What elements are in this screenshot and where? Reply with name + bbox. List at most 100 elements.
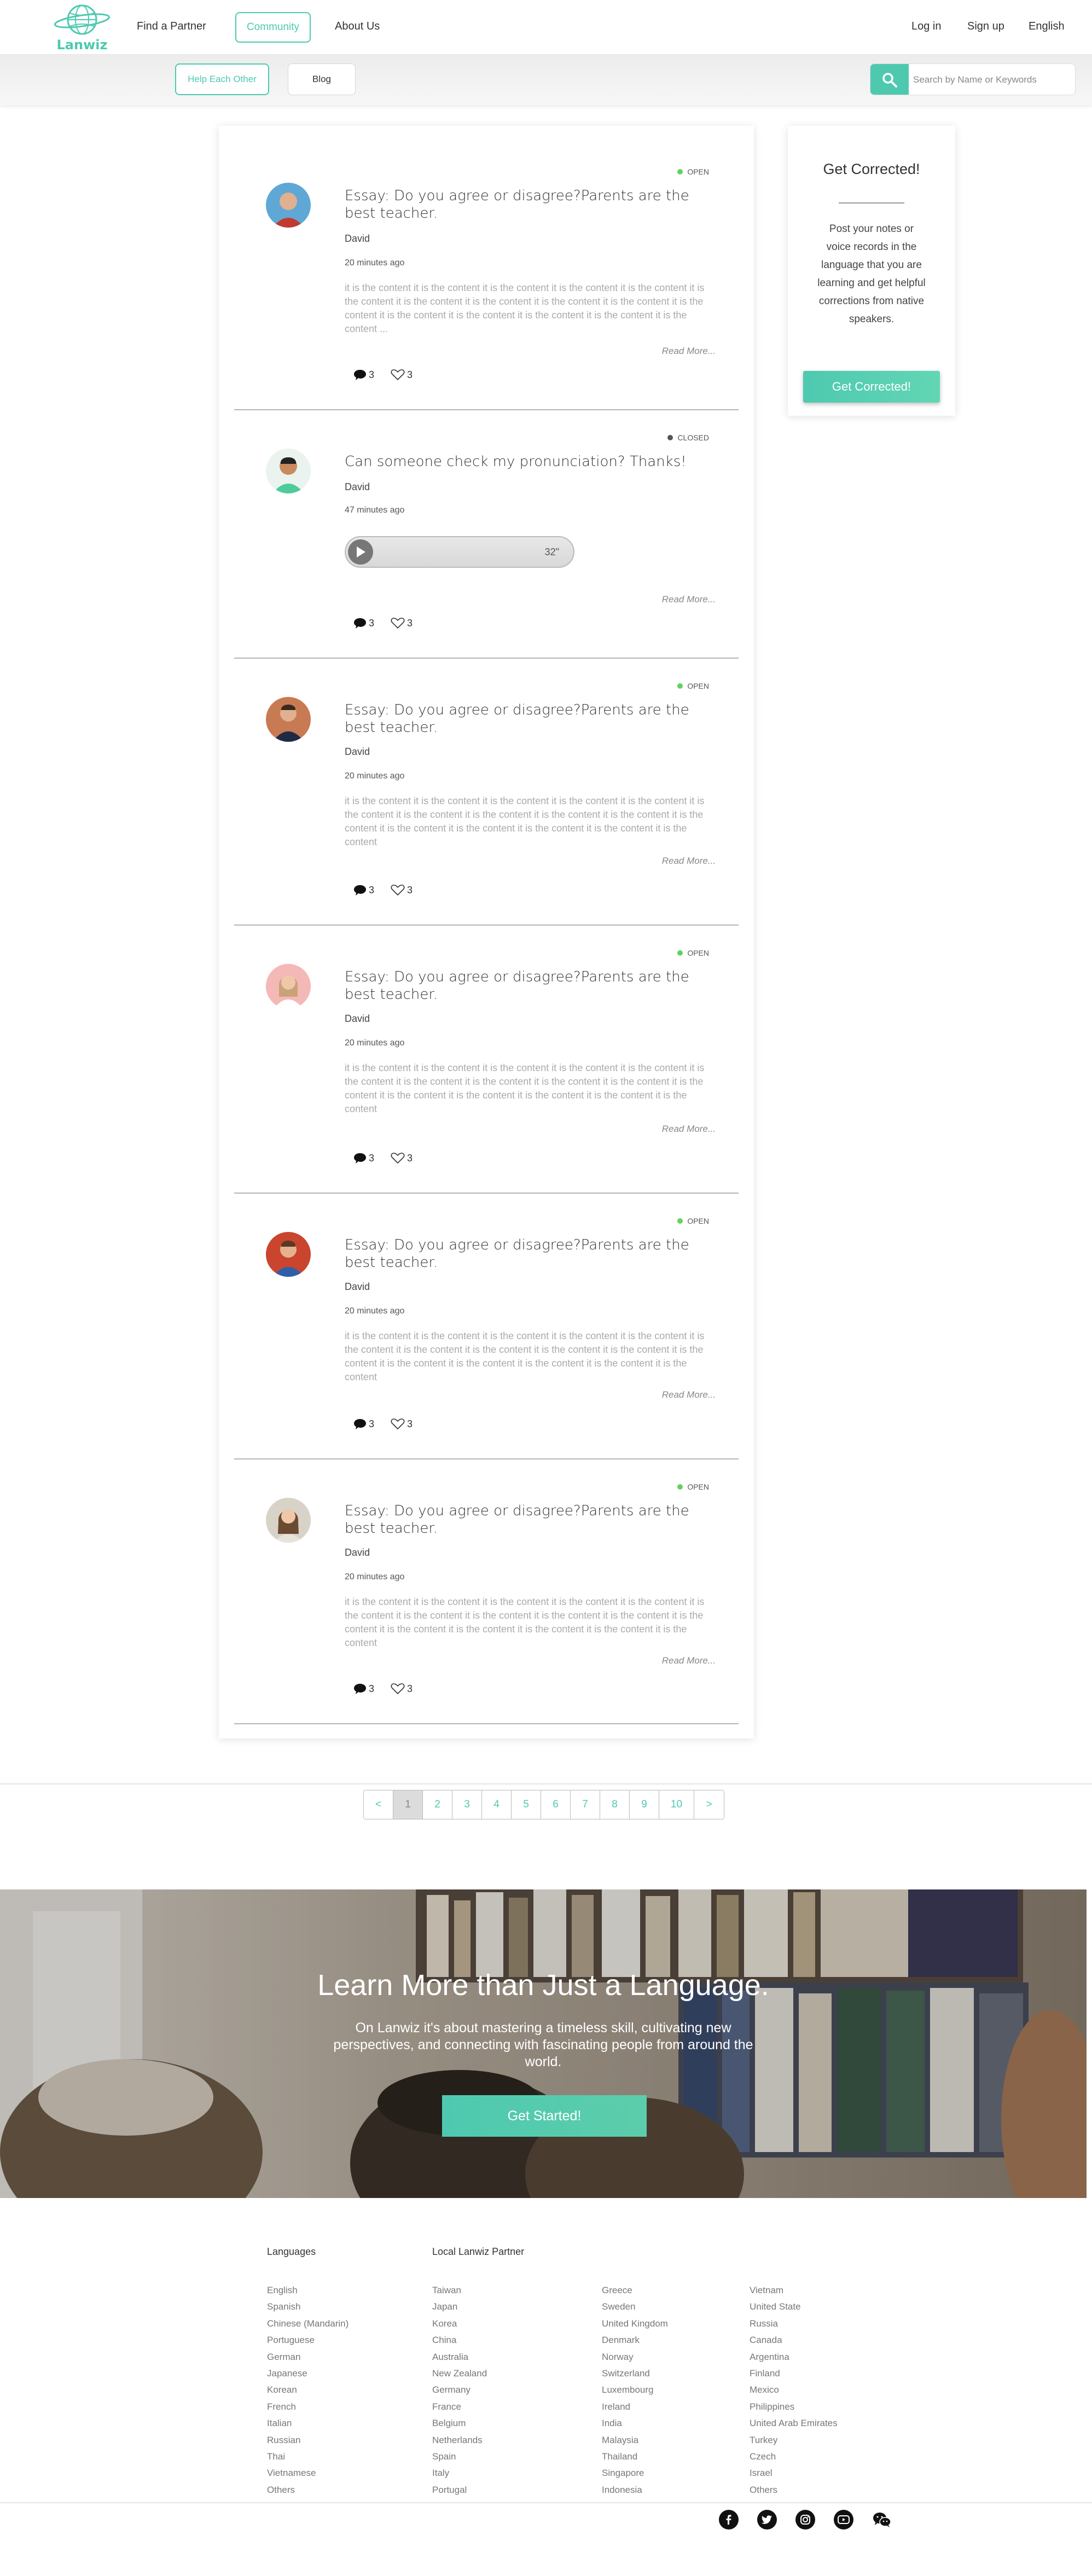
footer-link[interactable]: Denmark	[602, 2332, 668, 2348]
post-author[interactable]: David	[345, 1013, 370, 1025]
footer-link[interactable]: Germany	[432, 2382, 487, 2398]
footer-link[interactable]: Australia	[432, 2349, 487, 2365]
nav-find-partner[interactable]: Find a Partner	[137, 20, 206, 33]
footer-link[interactable]: Luxembourg	[602, 2382, 668, 2398]
avatar[interactable]	[266, 1498, 311, 1543]
footer-link[interactable]: Argentina	[750, 2349, 838, 2365]
footer-link[interactable]: Portugal	[432, 2482, 487, 2498]
post-title[interactable]: Essay: Do you agree or disagree?Parents …	[345, 968, 717, 1003]
footer-link[interactable]: Mexico	[750, 2382, 838, 2398]
avatar[interactable]	[266, 1232, 311, 1277]
post-author[interactable]: David	[345, 1547, 370, 1559]
pagination-page[interactable]: 4	[482, 1790, 512, 1819]
footer-link[interactable]: Philippines	[750, 2399, 838, 2415]
nav-about-us[interactable]: About Us	[335, 20, 380, 33]
comment-count[interactable]: 3	[353, 1683, 374, 1695]
pagination-page[interactable]: 2	[423, 1790, 452, 1819]
post-card[interactable]: CLOSED Can someone check my pronunciatio…	[234, 410, 739, 659]
pagination-page[interactable]: 9	[630, 1790, 659, 1819]
footer-link[interactable]: Czech	[750, 2449, 838, 2465]
get-started-button[interactable]: Get Started!	[442, 2095, 647, 2137]
footer-link[interactable]: Japan	[432, 2299, 487, 2315]
get-corrected-button[interactable]: Get Corrected!	[803, 371, 940, 403]
twitter-icon[interactable]	[757, 2510, 777, 2530]
nav-language[interactable]: English	[1029, 20, 1065, 33]
avatar[interactable]	[266, 449, 311, 493]
footer-link[interactable]: Italy	[432, 2465, 487, 2481]
avatar[interactable]	[266, 183, 311, 228]
pagination-page[interactable]: 1	[393, 1790, 423, 1819]
avatar[interactable]	[266, 697, 311, 742]
footer-link[interactable]: Indonesia	[602, 2482, 668, 2498]
nav-community[interactable]: Community	[235, 12, 311, 43]
footer-link[interactable]: Israel	[750, 2465, 838, 2481]
post-title[interactable]: Essay: Do you agree or disagree?Parents …	[345, 701, 717, 736]
post-title[interactable]: Essay: Do you agree or disagree?Parents …	[345, 1502, 717, 1537]
pagination-page[interactable]: 8	[600, 1790, 630, 1819]
like-count[interactable]: 3	[391, 884, 413, 896]
footer-link[interactable]: Finland	[750, 2365, 838, 2382]
footer-link[interactable]: China	[432, 2332, 487, 2348]
comment-count[interactable]: 3	[353, 617, 374, 629]
footer-link[interactable]: Korean	[267, 2382, 348, 2398]
pagination-page[interactable]: 7	[571, 1790, 600, 1819]
post-title[interactable]: Can someone check my pronunciation? Than…	[345, 453, 717, 470]
footer-link[interactable]: Turkey	[750, 2432, 838, 2449]
instagram-icon[interactable]	[795, 2510, 815, 2530]
footer-link[interactable]: English	[267, 2282, 348, 2299]
footer-link[interactable]: Portuguese	[267, 2332, 348, 2348]
read-more-link[interactable]: Read More...	[662, 1655, 716, 1666]
footer-link[interactable]: New Zealand	[432, 2365, 487, 2382]
wechat-icon[interactable]	[872, 2510, 892, 2530]
pagination-page[interactable]: 6	[541, 1790, 571, 1819]
lanwiz-logo[interactable]: Lanwiz	[54, 3, 111, 54]
like-count[interactable]: 3	[391, 1418, 413, 1430]
footer-link[interactable]: Russia	[750, 2316, 838, 2332]
footer-link[interactable]: Switzerland	[602, 2365, 668, 2382]
like-count[interactable]: 3	[391, 1683, 413, 1695]
footer-link[interactable]: France	[432, 2399, 487, 2415]
facebook-icon[interactable]	[719, 2510, 739, 2530]
comment-count[interactable]: 3	[353, 1152, 374, 1164]
footer-link[interactable]: Chinese (Mandarin)	[267, 2316, 348, 2332]
pagination-prev[interactable]: <	[364, 1790, 393, 1819]
footer-link[interactable]: Thai	[267, 2449, 348, 2465]
footer-link[interactable]: United Kingdom	[602, 2316, 668, 2332]
like-count[interactable]: 3	[391, 1152, 413, 1164]
footer-link[interactable]: Sweden	[602, 2299, 668, 2315]
footer-link[interactable]: Malaysia	[602, 2432, 668, 2449]
post-card[interactable]: OPEN Essay: Do you agree or disagree?Par…	[234, 126, 739, 410]
footer-link[interactable]: Belgium	[432, 2415, 487, 2432]
post-card[interactable]: OPEN Essay: Do you agree or disagree?Par…	[234, 659, 739, 926]
avatar[interactable]	[266, 964, 311, 1009]
footer-link[interactable]: United Arab Emirates	[750, 2415, 838, 2432]
footer-link[interactable]: Spain	[432, 2449, 487, 2465]
post-title[interactable]: Essay: Do you agree or disagree?Parents …	[345, 187, 717, 222]
footer-link[interactable]: German	[267, 2349, 348, 2365]
footer-link[interactable]: Netherlands	[432, 2432, 487, 2449]
comment-count[interactable]: 3	[353, 369, 374, 381]
pagination-page[interactable]: 5	[512, 1790, 541, 1819]
like-count[interactable]: 3	[391, 617, 413, 629]
post-card[interactable]: OPEN Essay: Do you agree or disagree?Par…	[234, 926, 739, 1194]
footer-link[interactable]: French	[267, 2399, 348, 2415]
nav-sign-up[interactable]: Sign up	[967, 20, 1004, 33]
youtube-icon[interactable]	[834, 2510, 853, 2530]
comment-count[interactable]: 3	[353, 884, 374, 896]
post-author[interactable]: David	[345, 746, 370, 758]
footer-link[interactable]: United State	[750, 2299, 838, 2315]
pagination-page[interactable]: 10	[659, 1790, 694, 1819]
footer-link[interactable]: Canada	[750, 2332, 838, 2348]
read-more-link[interactable]: Read More...	[662, 594, 716, 605]
footer-link[interactable]: Spanish	[267, 2299, 348, 2315]
comment-count[interactable]: 3	[353, 1418, 374, 1430]
footer-link[interactable]: Russian	[267, 2432, 348, 2449]
footer-link[interactable]: Norway	[602, 2349, 668, 2365]
footer-link[interactable]: Others	[267, 2482, 348, 2498]
tab-blog[interactable]: Blog	[288, 63, 356, 95]
read-more-link[interactable]: Read More...	[662, 346, 716, 357]
audio-player[interactable]: 32"	[345, 536, 574, 568]
post-author[interactable]: David	[345, 233, 370, 245]
footer-link[interactable]: Italian	[267, 2415, 348, 2432]
pagination-next[interactable]: >	[694, 1790, 724, 1819]
